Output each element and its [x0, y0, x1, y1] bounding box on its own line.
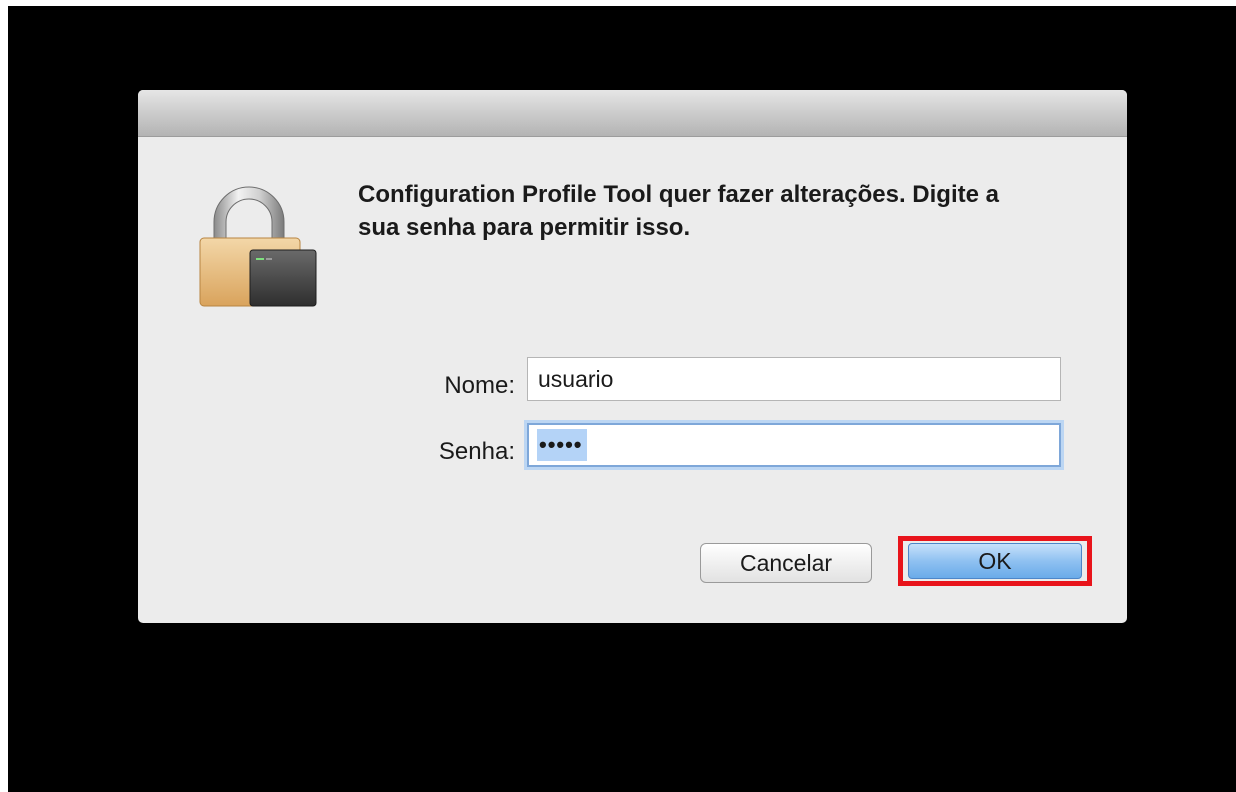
password-label: Senha:: [438, 438, 515, 465]
ok-button[interactable]: OK: [908, 543, 1082, 579]
lock-icon: [199, 186, 317, 307]
password-value: •••••: [537, 429, 587, 461]
password-field[interactable]: •••••: [527, 423, 1061, 467]
authentication-dialog: Configuration Profile Tool quer fazer al…: [138, 90, 1127, 623]
dialog-message: Configuration Profile Tool quer fazer al…: [358, 181, 999, 241]
name-label: Nome:: [444, 372, 515, 399]
cancel-button[interactable]: Cancelar: [700, 543, 872, 583]
desktop-background: Configuration Profile Tool quer fazer al…: [8, 6, 1236, 792]
name-value: usuario: [538, 366, 614, 392]
name-field[interactable]: usuario: [527, 357, 1061, 401]
dialog-titlebar[interactable]: [138, 90, 1127, 137]
